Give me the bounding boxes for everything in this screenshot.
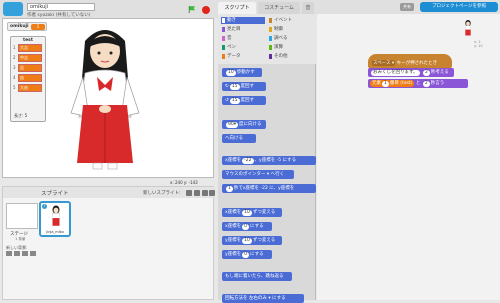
category-list: 動き 見た目 音 ペン データ イベント 制御 調べる 演算 その他 (218, 14, 316, 64)
block-bounce-on-edge[interactable]: もし端に着いたら、跳ね返る (222, 272, 292, 281)
camera-backdrop-icon[interactable] (30, 251, 36, 256)
block-go-to-mouse[interactable]: マウスのポインター ▾ へ行く (222, 170, 294, 179)
green-flag-icon[interactable] (188, 5, 196, 14)
upload-sprite-icon[interactable] (202, 190, 208, 196)
paint-backdrop-icon[interactable] (14, 251, 20, 256)
block-set-rotation-style[interactable]: 回転方法を 左右のみ ▾ にする (222, 294, 304, 303)
block-point-towards[interactable]: へ向ける (222, 134, 256, 143)
upload-backdrop-icon[interactable] (22, 251, 28, 256)
share-button[interactable]: 共有 (400, 3, 414, 11)
category-more-blocks[interactable]: その他 (268, 53, 312, 60)
category-pen[interactable]: ペン (221, 44, 265, 51)
block-set-x[interactable]: x座標を 0 にする (222, 222, 272, 231)
block-go-to-xy[interactable]: x座標を -22 、y座標を -5 にする (222, 156, 316, 165)
info-icon[interactable]: i (42, 204, 47, 209)
tab-costumes[interactable]: コスチューム (258, 2, 300, 14)
category-data[interactable]: データ (221, 53, 265, 60)
list-monitor: test 1 大吉 2 中吉 3吉 4凶 5 大凶 長さ: 5 (10, 36, 46, 122)
category-operators[interactable]: 演算 (268, 44, 312, 51)
category-looks[interactable]: 見た目 (221, 26, 265, 33)
sprites-header: スプライト 新しいスプライト: (3, 187, 215, 198)
list-item: 3吉 (13, 63, 45, 73)
sprite-name: jinja_miko (46, 230, 64, 234)
shrine-maiden-sprite[interactable] (55, 21, 155, 177)
project-title-input[interactable]: omikuji (27, 3, 95, 11)
category-sensing[interactable]: 調べる (268, 35, 312, 42)
mouse-coords: x: 240 y: -143 (170, 180, 198, 185)
block-set-y[interactable]: y座標を 0 にする (222, 250, 272, 259)
list-item: 1 大吉 (13, 43, 45, 53)
stage-thumbnail[interactable] (6, 203, 38, 229)
sprite-thumb-image (52, 205, 60, 226)
category-control[interactable]: 制御 (268, 26, 312, 33)
when-key-pressed-hat[interactable]: スペース ▾ キーが押されたとき (368, 54, 452, 68)
list-item: 4凶 (13, 73, 45, 83)
current-sprite-preview (465, 20, 471, 36)
sprites-panel: スプライト 新しいスプライト: ステージ 1 背景 新しい背景: i jinja… (2, 186, 215, 300)
stage[interactable]: omikuji 1 test 1 大吉 2 中吉 3吉 4凶 5 大凶 長さ: 5 (2, 18, 214, 178)
variable-value: 1 (31, 24, 45, 30)
tab-sounds[interactable]: 音 (302, 2, 314, 14)
list-item: 2 中吉 (13, 53, 45, 63)
say-for-secs-block[interactable]: 元素 1 番目 (test) と 2 秒言う (368, 79, 468, 88)
backdrop-count: 1 背景 (15, 237, 26, 241)
category-motion[interactable]: 動き (221, 17, 265, 24)
list-item: 5 大凶 (13, 83, 45, 93)
category-events[interactable]: イベント (268, 17, 312, 24)
sprite-thumbnail[interactable]: i jinja_miko (39, 201, 71, 237)
block-glide[interactable]: 1 秒でx座標を -22 に、y座標を (222, 184, 316, 193)
block-change-y[interactable]: y座標を 10 ずつ変える (222, 236, 282, 245)
choose-backdrop-icon[interactable] (6, 251, 12, 256)
sprites-title: スプライト (41, 191, 69, 197)
camera-icon[interactable] (209, 190, 215, 196)
category-sound[interactable]: 音 (221, 35, 265, 42)
new-sprite-label: 新しいスプライト: (143, 191, 181, 196)
tab-scripts[interactable]: スクリプト (218, 2, 256, 14)
think-for-secs-block[interactable]: おみくじを回ります。 2 秒考える (368, 68, 454, 77)
see-project-page-button[interactable]: プロジェクトページを参照 (420, 2, 498, 12)
variable-name: omikuji (10, 24, 29, 29)
block-move-steps[interactable]: 10 歩動かす (222, 68, 262, 77)
paint-sprite-icon[interactable] (194, 190, 200, 196)
list-length: 長さ: 5 (14, 113, 28, 118)
sprite-coords: x: 2 y: 10 (474, 40, 483, 48)
variable-monitor: omikuji 1 (7, 22, 47, 31)
choose-sprite-icon[interactable] (186, 190, 192, 196)
block-turn-left[interactable]: ↺ 15 度回す (222, 96, 266, 105)
block-point-direction[interactable]: 90▾ 度に向ける (222, 120, 266, 129)
block-change-x[interactable]: x座標を 10 ずつ変える (222, 208, 282, 217)
block-palette: 動き 見た目 音 ペン データ イベント 制御 調べる 演算 その他 10 歩動か… (218, 14, 316, 303)
stop-button[interactable] (202, 6, 210, 14)
scratch-logo-icon[interactable] (3, 2, 23, 16)
block-turn-right[interactable]: ↻ 15 度回す (222, 82, 266, 91)
